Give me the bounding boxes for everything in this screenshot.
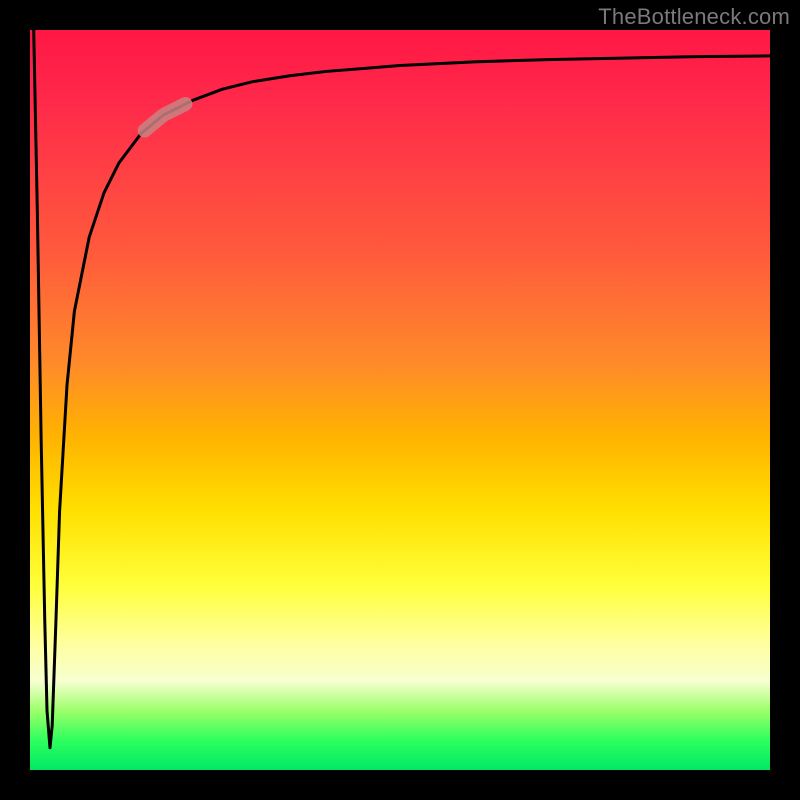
bottleneck-curve <box>34 30 770 748</box>
chart-frame: TheBottleneck.com <box>0 0 800 800</box>
curve-svg <box>30 30 770 770</box>
watermark-text: TheBottleneck.com <box>598 4 790 30</box>
highlight-segment <box>145 104 186 131</box>
plot-area <box>30 30 770 770</box>
